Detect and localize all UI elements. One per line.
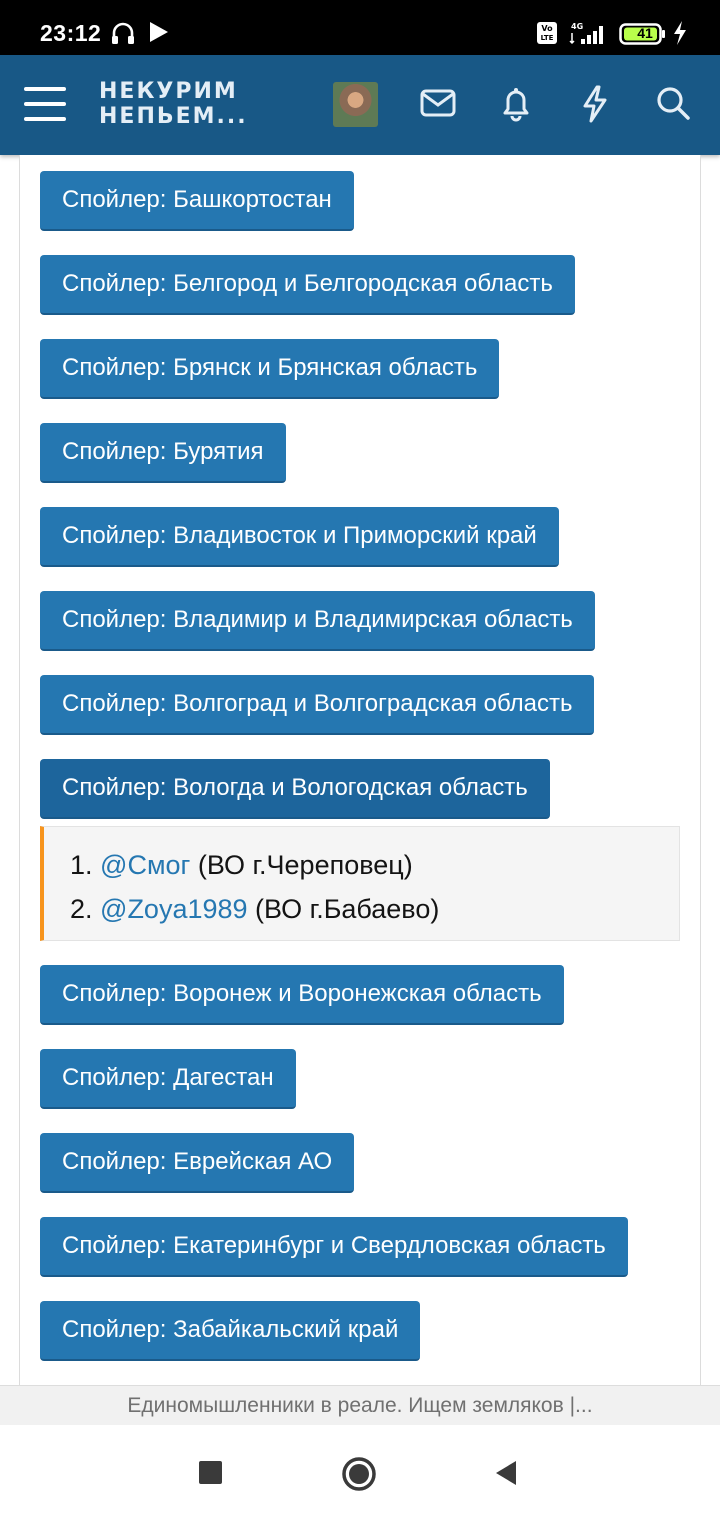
list-note: (ВО г.Череповец)	[190, 850, 413, 880]
list-item: 1. @Смог (ВО г.Череповец)	[70, 843, 439, 887]
spoiler-volgograd[interactable]: Спойлер: Волгоград и Волгоградская облас…	[40, 675, 595, 735]
list-number: 2.	[70, 894, 101, 924]
search-icon[interactable]	[655, 85, 691, 121]
bell-icon[interactable]	[500, 85, 532, 123]
spoiler-bryansk[interactable]: Спойлер: Брянск и Брянская область	[40, 339, 500, 399]
user-mention-zoya1989[interactable]: @Zoya1989	[100, 894, 248, 924]
volte-icon: Vo LTE	[537, 22, 557, 44]
svg-text:LTE: LTE	[541, 34, 554, 42]
spoiler-voronezh[interactable]: Спойлер: Воронеж и Воронежская область	[40, 965, 564, 1025]
spoiler-buryatia[interactable]: Спойлер: Бурятия	[40, 423, 286, 483]
spoiler-dagestan[interactable]: Спойлер: Дагестан	[40, 1049, 296, 1109]
home-icon[interactable]	[341, 1456, 377, 1492]
svg-text:4G: 4G	[571, 22, 583, 31]
spoiler-vladimir[interactable]: Спойлер: Владимир и Владимирская область	[40, 591, 595, 651]
mail-icon[interactable]	[420, 89, 456, 117]
system-nav-bar	[0, 1425, 720, 1520]
spoiler-ekaterinburg[interactable]: Спойлер: Екатеринбург и Свердловская обл…	[40, 1217, 628, 1277]
logo-line-2: НЕПЬЕМ...	[99, 104, 248, 129]
signal-icon: 4G	[569, 22, 603, 45]
back-icon[interactable]	[494, 1459, 518, 1487]
spoiler-vologda[interactable]: Спойлер: Вологда и Вологодская область	[40, 759, 550, 819]
page-title-bar[interactable]: Единомышленники в реале. Ищем земляков |…	[0, 1385, 720, 1425]
spoiler-vladivostok[interactable]: Спойлер: Владивосток и Приморский край	[40, 507, 559, 567]
user-mention-smog[interactable]: @Смог	[100, 850, 190, 880]
status-time: 23:12	[40, 20, 102, 46]
list-number: 1.	[70, 850, 101, 880]
avatar[interactable]	[333, 82, 378, 127]
page-title: Единомышленники в реале. Ищем земляков |…	[127, 1394, 593, 1417]
recents-icon[interactable]	[199, 1461, 222, 1484]
logo-line-1: НЕКУРИМ	[99, 79, 238, 104]
spoiler-bashkortostan[interactable]: Спойлер: Башкортостан	[40, 171, 354, 231]
headphones-icon	[112, 22, 134, 44]
svg-text:Vo: Vo	[541, 24, 553, 33]
list-note: (ВО г.Бабаево)	[247, 894, 440, 924]
battery-level: 41	[637, 25, 653, 41]
status-bar: 23:12 Vo LTE 4G 41	[0, 0, 720, 55]
spoiler-evreyskaya-ao[interactable]: Спойлер: Еврейская АО	[40, 1133, 355, 1193]
bolt-icon[interactable]	[580, 85, 610, 123]
site-logo[interactable]: НЕКУРИМ НЕПЬЕМ...	[99, 79, 248, 129]
member-list: 1. @Смог (ВО г.Череповец) 2. @Zoya1989 (…	[70, 843, 439, 931]
spoiler-zabaikalsky[interactable]: Спойлер: Забайкальский край	[40, 1301, 421, 1361]
list-item: 2. @Zoya1989 (ВО г.Бабаево)	[70, 887, 439, 931]
menu-icon[interactable]	[24, 85, 66, 123]
spoiler-vologda-content: 1. @Смог (ВО г.Череповец) 2. @Zoya1989 (…	[40, 826, 680, 941]
app-header: НЕКУРИМ НЕПЬЕМ...	[0, 55, 720, 155]
charging-icon	[674, 21, 686, 45]
play-icon	[150, 22, 168, 42]
spoiler-belgorod[interactable]: Спойлер: Белгород и Белгородская область	[40, 255, 575, 315]
